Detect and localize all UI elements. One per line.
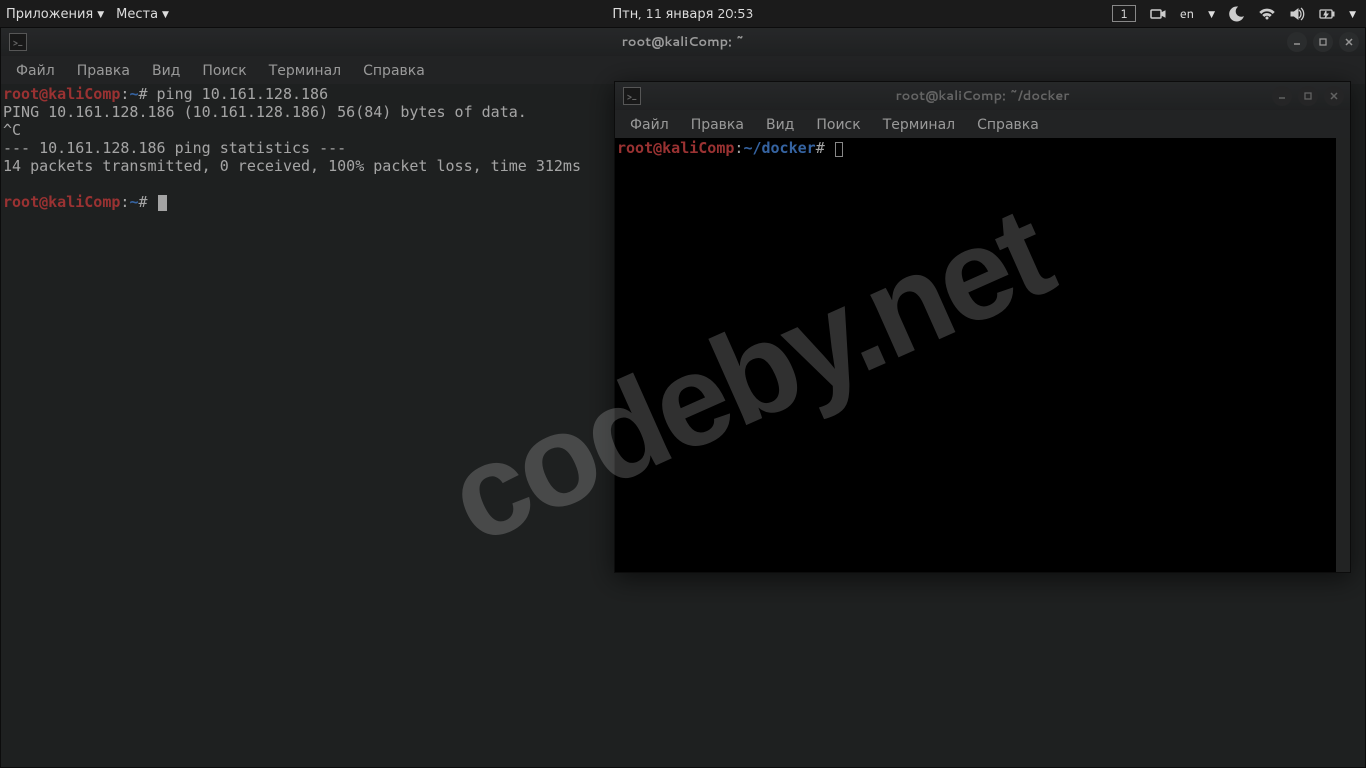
terminal1-menubar: Файл Правка Вид Поиск Терминал Справка [1, 56, 1365, 84]
applications-label: Приложения [6, 5, 93, 23]
maximize-button[interactable] [1298, 86, 1318, 106]
menu-edit[interactable]: Правка [68, 57, 139, 83]
cursor-icon [158, 195, 167, 211]
terminal-icon: >_ [623, 87, 641, 105]
workspace-indicator[interactable]: 1 [1112, 5, 1136, 22]
menu-file[interactable]: Файл [621, 111, 678, 137]
menu-edit[interactable]: Правка [682, 111, 753, 137]
menu-help[interactable]: Справка [354, 57, 434, 83]
battery-icon[interactable] [1319, 6, 1335, 22]
menu-view[interactable]: Вид [757, 111, 803, 137]
menu-search[interactable]: Поиск [193, 57, 255, 83]
terminal2-menubar: Файл Правка Вид Поиск Терминал Справка [615, 110, 1350, 138]
menu-view[interactable]: Вид [143, 57, 189, 83]
night-light-icon[interactable] [1229, 6, 1245, 22]
minimize-button[interactable] [1287, 32, 1307, 52]
menu-help[interactable]: Справка [968, 111, 1048, 137]
menu-search[interactable]: Поиск [807, 111, 869, 137]
minimize-button[interactable] [1272, 86, 1292, 106]
terminal1-titlebar[interactable]: >_ root@kaliComp: ~ [1, 28, 1365, 56]
clock[interactable]: Птн, 11 января 20:53 [612, 5, 753, 23]
gnome-top-bar: Приложения▼ Места▼ Птн, 11 января 20:53 … [0, 0, 1366, 27]
wifi-icon[interactable] [1259, 6, 1275, 22]
chevron-down-icon: ▼ [1208, 7, 1215, 20]
close-button[interactable] [1324, 86, 1344, 106]
places-menu[interactable]: Места ▼ [110, 0, 175, 27]
close-button[interactable] [1339, 32, 1359, 52]
system-tray: 1 en ▼ ▼ [1112, 5, 1366, 23]
chevron-down-icon: ▼ [162, 7, 169, 20]
terminal2-title: root@kaliComp: ~/docker [896, 87, 1070, 105]
menu-file[interactable]: Файл [7, 57, 64, 83]
chevron-down-icon: ▼ [97, 7, 104, 20]
menu-terminal[interactable]: Терминал [260, 57, 350, 83]
chevron-down-icon: ▼ [1349, 7, 1356, 20]
menu-terminal[interactable]: Терминал [874, 111, 964, 137]
applications-menu[interactable]: Приложения ▼ [0, 0, 110, 27]
places-label: Места [116, 5, 158, 23]
volume-icon[interactable] [1289, 6, 1305, 22]
keyboard-layout-indicator[interactable]: en [1180, 5, 1194, 23]
maximize-button[interactable] [1313, 32, 1333, 52]
cursor-icon [835, 142, 843, 157]
terminal2-body[interactable]: root@kaliComp:~/docker# [615, 138, 1350, 572]
terminal1-title: root@kaliComp: ~ [622, 33, 745, 51]
terminal-window-2[interactable]: >_ root@kaliComp: ~/docker Файл Правка В… [614, 81, 1351, 573]
terminal-icon: >_ [9, 33, 27, 51]
terminal2-scrollbar[interactable] [1336, 138, 1350, 572]
terminal2-titlebar[interactable]: >_ root@kaliComp: ~/docker [615, 82, 1350, 110]
camera-icon[interactable] [1150, 6, 1166, 22]
